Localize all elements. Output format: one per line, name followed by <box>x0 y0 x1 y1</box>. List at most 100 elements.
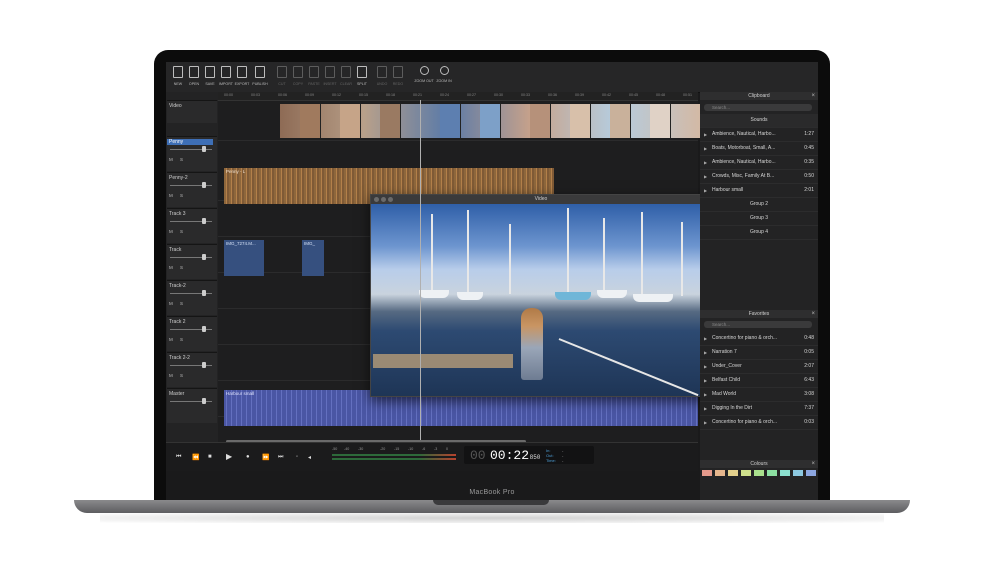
volume-knob[interactable] <box>202 326 206 332</box>
clipboard-search-input[interactable]: Search... <box>704 104 812 111</box>
redo-button[interactable]: REDO <box>390 66 406 86</box>
close-icon[interactable]: × <box>811 92 815 100</box>
stop-icon[interactable]: ■ <box>208 454 212 460</box>
save-button[interactable]: SAVE <box>202 66 218 86</box>
new-button[interactable]: NEW <box>170 66 186 86</box>
time-ruler[interactable]: 00:00 00:03 00:06 00:09 00:12 00:15 00:18 00:21… <box>218 92 698 101</box>
copy-button[interactable]: COPY <box>290 66 306 86</box>
group-item[interactable]: Group 4 <box>700 226 818 240</box>
favorites-search-input[interactable]: Search... <box>704 321 812 328</box>
favorites-item[interactable]: ▶ Mad World 3:08 <box>700 388 818 402</box>
close-icon[interactable]: × <box>811 310 815 318</box>
clipboard-title: Clipboard <box>748 93 770 99</box>
favorites-item[interactable]: ▶ Digging In the Dirt 7:37 <box>700 402 818 416</box>
track-header-track-3[interactable]: Track 3 M S <box>167 208 217 243</box>
track-header-master[interactable]: Master <box>167 388 217 423</box>
track-buttons[interactable]: M S <box>169 157 186 162</box>
open-button[interactable]: OPEN <box>186 66 202 86</box>
railing <box>558 338 699 396</box>
close-icon[interactable]: × <box>811 460 815 468</box>
volume-knob[interactable] <box>202 218 206 224</box>
clear-button[interactable]: CLEAR <box>338 66 354 86</box>
video-thumbnail <box>340 104 361 138</box>
track-header-track[interactable]: Track M S <box>167 244 217 279</box>
clipboard-item[interactable]: ▶ Ambience, Nautical, Harbo... 1:27 <box>700 128 818 142</box>
fast-forward-icon[interactable]: ⏩ <box>262 454 269 461</box>
volume-knob[interactable] <box>202 182 206 188</box>
colour-swatch[interactable] <box>793 470 803 476</box>
item-duration: 0:48 <box>804 335 814 341</box>
video-preview-window[interactable]: Video <box>370 194 712 397</box>
clipboard-item[interactable]: ▶ Crowds, Misc, Family At B... 0:50 <box>700 170 818 184</box>
clipboard-item[interactable]: ▶ Harbour small 2:01 <box>700 184 818 198</box>
colour-swatch[interactable] <box>780 470 790 476</box>
item-duration: 0:05 <box>804 349 814 355</box>
insert-button[interactable]: INSERT <box>322 66 338 86</box>
track-buttons[interactable]: M S <box>169 337 186 342</box>
skip-end-icon[interactable]: ⏭ <box>278 454 283 461</box>
favorites-item[interactable]: ▶ Concertino for piano & orch... 0:03 <box>700 416 818 430</box>
track-header-penny-2[interactable]: Penny-2 M S <box>167 172 217 207</box>
toolbar: NEW OPEN SAVE IMPORT EXPORT PUBLISH CUT … <box>166 62 818 93</box>
loop-icon[interactable]: ◦ <box>296 454 298 460</box>
sounds-folder[interactable]: Sounds <box>700 114 818 128</box>
save-icon <box>205 66 215 78</box>
import-button[interactable]: IMPORT <box>218 66 234 86</box>
timeline[interactable]: Penny - L IMG_7274.M... IMG_ Harbour sma… <box>218 92 712 442</box>
clipboard-item[interactable]: ▶ Ambience, Nautical, Harbo... 0:35 <box>700 156 818 170</box>
group-item[interactable]: Group 3 <box>700 212 818 226</box>
undo-button[interactable]: UNDO <box>374 66 390 86</box>
split-button[interactable]: SPLIT <box>354 66 370 86</box>
colour-swatch[interactable] <box>754 470 764 476</box>
clipboard-item[interactable]: ▶ Boats, Motorboat, Small, A... 0:45 <box>700 142 818 156</box>
bench <box>373 354 513 368</box>
clipboard-header: Clipboard × <box>700 92 818 100</box>
volume-knob[interactable] <box>202 290 206 296</box>
track-header-track-2[interactable]: Track-2 M S <box>167 280 217 315</box>
zoom-in-button[interactable]: ZOOM IN <box>434 66 454 83</box>
track-buttons[interactable]: M S <box>169 301 186 306</box>
colour-swatch[interactable] <box>728 470 738 476</box>
volume-knob[interactable] <box>202 362 206 368</box>
colour-swatch[interactable] <box>767 470 777 476</box>
skip-start-icon[interactable]: ⏮ <box>176 454 181 461</box>
time-hours: 00 <box>470 448 486 463</box>
track-buttons[interactable]: M S <box>169 265 186 270</box>
track-buttons[interactable]: M S <box>169 229 186 234</box>
ruler-tick: 00:00 <box>224 93 233 97</box>
paste-button[interactable]: PASTE <box>306 66 322 86</box>
publish-button[interactable]: PUBLISH <box>252 66 268 86</box>
volume-icon[interactable]: ◂ <box>308 454 311 461</box>
favorites-item[interactable]: ▶ Belfast Child 6:43 <box>700 374 818 388</box>
colour-swatch[interactable] <box>741 470 751 476</box>
track-name: Penny-2 <box>169 175 188 181</box>
play-icon[interactable]: ▶ <box>226 452 232 461</box>
volume-knob[interactable] <box>202 254 206 260</box>
record-icon[interactable]: ● <box>246 454 250 460</box>
track-buttons[interactable]: M S <box>169 373 186 378</box>
sounds-label: Sounds <box>750 117 768 123</box>
favorites-item[interactable]: ▶ Under_Cover 2:07 <box>700 360 818 374</box>
cut-button[interactable]: CUT <box>274 66 290 86</box>
track-buttons[interactable]: M S <box>169 193 186 198</box>
paste-icon <box>309 66 319 78</box>
group-item[interactable]: Group 2 <box>700 198 818 212</box>
volume-knob[interactable] <box>202 146 206 152</box>
track-header-track-2b[interactable]: Track 2 M S <box>167 316 217 351</box>
export-button[interactable]: EXPORT <box>234 66 250 86</box>
track-header-track-2-2[interactable]: Track 2-2 M S <box>167 352 217 387</box>
item-title: Narration 7 <box>712 349 737 355</box>
volume-knob[interactable] <box>202 398 206 404</box>
favorites-item[interactable]: ▶ Concertino for piano & orch... 0:48 <box>700 332 818 346</box>
track-header-penny[interactable]: Penny M S <box>167 136 217 171</box>
favorites-item[interactable]: ▶ Narration 7 0:05 <box>700 346 818 360</box>
boat <box>555 292 591 300</box>
rewind-icon[interactable]: ⏪ <box>192 454 199 461</box>
playhead[interactable] <box>420 100 421 440</box>
colour-swatch[interactable] <box>702 470 712 476</box>
colour-swatch[interactable] <box>806 470 816 476</box>
track-header-video[interactable]: Video <box>167 100 217 123</box>
video-window-titlebar[interactable]: Video <box>371 195 711 204</box>
zoom-out-button[interactable]: ZOOM OUT <box>414 66 434 83</box>
colour-swatch[interactable] <box>715 470 725 476</box>
